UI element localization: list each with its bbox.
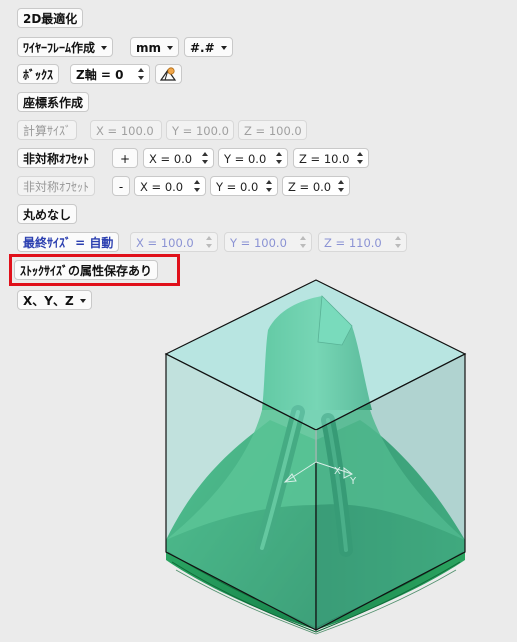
axis-label-x: X bbox=[334, 466, 341, 477]
model-viewport[interactable]: X Y bbox=[0, 0, 517, 642]
axis-label-y: Y bbox=[349, 476, 357, 487]
